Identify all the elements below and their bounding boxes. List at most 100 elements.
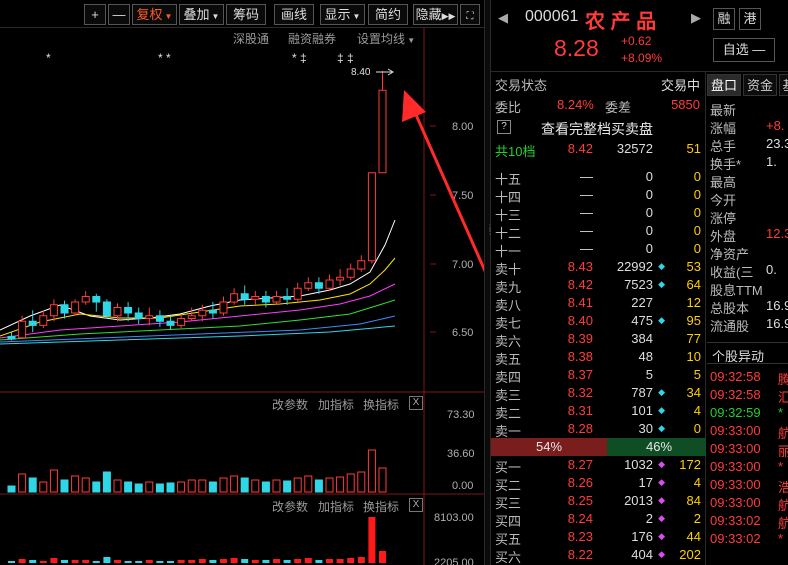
next-stock-arrow-icon[interactable]: ▶ bbox=[691, 10, 701, 26]
event-marker[interactable]: * * bbox=[158, 51, 171, 65]
ask-level-row[interactable]: 卖八 8.41 227 12 bbox=[491, 294, 706, 313]
view-full-depth-row[interactable]: ? 查看完整档买卖盘 bbox=[491, 118, 706, 139]
event-marker[interactable]: * bbox=[46, 51, 51, 65]
yidong-item[interactable]: 09:32:58 汇 bbox=[710, 386, 788, 405]
candle[interactable] bbox=[39, 315, 48, 326]
close-icon[interactable]: X bbox=[409, 396, 423, 410]
candle[interactable] bbox=[145, 315, 154, 319]
event-marker[interactable]: * ‡ bbox=[292, 51, 307, 65]
candle[interactable] bbox=[166, 320, 175, 326]
candle[interactable] bbox=[208, 309, 217, 314]
indicator-bar bbox=[8, 561, 15, 563]
yidong-item[interactable]: 09:33:00 * bbox=[710, 458, 788, 476]
candle[interactable] bbox=[261, 296, 270, 303]
yidong-item[interactable]: 09:33:02 航 bbox=[710, 512, 788, 531]
price-change: +0.62 bbox=[621, 34, 652, 48]
candle[interactable] bbox=[272, 296, 281, 303]
candle[interactable] bbox=[240, 293, 249, 300]
candle[interactable] bbox=[177, 318, 186, 326]
ask-level-row[interactable]: 十二 —0 0 bbox=[491, 222, 706, 241]
candle[interactable] bbox=[283, 296, 292, 300]
ask-level-row[interactable]: 卖三 8.32 787 ◆ 34 bbox=[491, 384, 706, 403]
margin-button[interactable]: 融 bbox=[713, 8, 735, 30]
candle[interactable] bbox=[187, 315, 196, 319]
bid-level-row[interactable]: 买三 8.25 2013 ◆ 84 bbox=[491, 492, 706, 511]
ask-level-row[interactable]: 卖二 8.31 101 ◆ 4 bbox=[491, 402, 706, 421]
bid-level-row[interactable]: 买五 8.23 176 ◆ 44 bbox=[491, 528, 706, 547]
tab-zijin[interactable]: 资金 bbox=[743, 74, 777, 96]
candle[interactable] bbox=[134, 312, 143, 319]
candle[interactable] bbox=[293, 287, 302, 300]
level-price: 8.37 bbox=[567, 367, 593, 382]
kline-chart-panel[interactable]: + — 复权 ▼ 叠加 ▼ 筹码 画线 显示 ▼ 简约 隐藏▶▶ ⛶ 深股通 融资融券… bbox=[0, 0, 484, 565]
yidong-item[interactable]: 09:33:00 航 bbox=[710, 422, 788, 441]
ask-level-row[interactable]: 卖六 8.39 384 77 bbox=[491, 330, 706, 349]
candle[interactable] bbox=[198, 309, 207, 317]
bid-level-row[interactable]: 买六 8.22 404 ◆ 202 bbox=[491, 546, 706, 565]
candle[interactable] bbox=[60, 304, 69, 314]
candle[interactable] bbox=[155, 315, 164, 322]
candle[interactable] bbox=[71, 301, 80, 314]
candle[interactable] bbox=[367, 172, 376, 262]
candle[interactable] bbox=[124, 307, 133, 314]
indicator2-add-link[interactable]: 加指标 bbox=[318, 498, 354, 515]
candle[interactable] bbox=[251, 296, 260, 300]
bid-level-row[interactable]: 买一 8.27 1032 ◆ 172 bbox=[491, 456, 706, 475]
bid-level-row[interactable]: 买四 8.24 2 ◆ 2 bbox=[491, 510, 706, 529]
indicator1-switch-link[interactable]: 换指标 bbox=[363, 396, 399, 413]
bid-level-row[interactable]: 买二 8.26 17 ◆ 4 bbox=[491, 474, 706, 493]
depth-summary-count: 51 bbox=[686, 141, 701, 156]
tab-ji[interactable]: 基 bbox=[779, 74, 788, 96]
candle[interactable] bbox=[230, 293, 239, 303]
ma-line bbox=[0, 325, 396, 345]
candle[interactable] bbox=[92, 296, 101, 303]
ask-level-row[interactable]: 卖七 8.40 475 ◆ 95 bbox=[491, 312, 706, 331]
yidong-item[interactable]: 09:33:00 丽 bbox=[710, 440, 788, 459]
candle[interactable] bbox=[357, 260, 366, 270]
candle[interactable] bbox=[304, 282, 313, 289]
view-full-depth-link[interactable]: 查看完整档买卖盘 bbox=[541, 119, 653, 139]
ask-level-row[interactable]: 十三 —0 0 bbox=[491, 204, 706, 223]
hk-connect-button[interactable]: 港 bbox=[739, 8, 761, 30]
ask-level-row[interactable]: 卖十 8.43 22992 ◆ 53 bbox=[491, 258, 706, 277]
indicator1-add-link[interactable]: 加指标 bbox=[318, 396, 354, 413]
indicator1-param-link[interactable]: 改参数 bbox=[272, 396, 308, 413]
ask-level-row[interactable]: 十四 —0 0 bbox=[491, 186, 706, 205]
candle[interactable] bbox=[346, 268, 355, 278]
candle[interactable] bbox=[113, 307, 122, 317]
candle[interactable] bbox=[378, 89, 387, 174]
candle[interactable] bbox=[18, 320, 27, 339]
yidong-item[interactable]: 09:33:02 * bbox=[710, 530, 788, 548]
indicator2-param-link[interactable]: 改参数 bbox=[272, 498, 308, 515]
stat-row: 流通股 16.9 bbox=[710, 315, 788, 334]
yidong-item[interactable]: 09:32:58 腾 bbox=[710, 368, 788, 387]
event-marker[interactable]: ‡ ‡ bbox=[337, 51, 354, 65]
ask-level-row[interactable]: 卖四 8.37 5 5 bbox=[491, 366, 706, 385]
candle[interactable] bbox=[219, 301, 228, 314]
ask-level-row[interactable]: 卖一 8.28 30 ◆ 0 bbox=[491, 420, 706, 439]
close-icon[interactable]: X bbox=[409, 498, 423, 512]
level-marker-icon: ◆ bbox=[658, 279, 665, 289]
ask-level-row[interactable]: 卖五 8.38 48 10 bbox=[491, 348, 706, 367]
yidong-item[interactable]: 09:33:00 浩 bbox=[710, 476, 788, 495]
candle[interactable] bbox=[102, 301, 111, 317]
panel-splitter[interactable]: ⋮ ⋮ bbox=[484, 0, 494, 565]
candle[interactable] bbox=[336, 276, 345, 281]
ask-level-row[interactable]: 十五 —0 0 bbox=[491, 168, 706, 187]
add-watchlist-button[interactable]: 自选 — bbox=[713, 38, 775, 62]
ask-level-row[interactable]: 卖九 8.42 7523 ◆ 64 bbox=[491, 276, 706, 295]
candle[interactable] bbox=[49, 304, 58, 317]
candle[interactable] bbox=[81, 296, 90, 303]
candle[interactable] bbox=[314, 282, 323, 289]
indicator2-switch-link[interactable]: 换指标 bbox=[363, 498, 399, 515]
ask-level-row[interactable]: 十一 —0 0 bbox=[491, 240, 706, 259]
tab-pankou[interactable]: 盘口 bbox=[707, 74, 741, 96]
prev-stock-arrow-icon[interactable]: ◀ bbox=[498, 10, 508, 26]
yidong-item[interactable]: 09:32:59 * bbox=[710, 404, 788, 422]
candle[interactable] bbox=[7, 335, 16, 340]
yidong-title[interactable]: 个股异动 bbox=[712, 346, 764, 365]
candle[interactable] bbox=[325, 279, 334, 289]
yidong-item[interactable]: 09:33:00 航 bbox=[710, 494, 788, 513]
yidong-text: * bbox=[778, 459, 784, 474]
candle[interactable] bbox=[28, 320, 37, 326]
